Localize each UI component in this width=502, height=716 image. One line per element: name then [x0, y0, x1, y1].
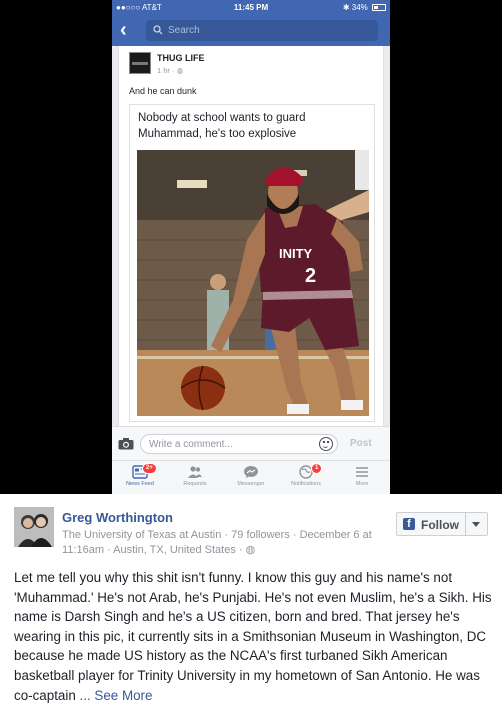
shared-caption: Nobody at school wants to guard Muhammad… [138, 112, 306, 140]
comment-input[interactable] [140, 434, 338, 454]
search-icon [153, 25, 163, 35]
tab-requests[interactable]: Requests [167, 465, 223, 487]
follow-divider [465, 513, 466, 535]
status-bar: ●●○○○ AT&T 11:45 PM ✱ 34% [112, 0, 390, 15]
news-feed-badge: 2+ [142, 463, 157, 474]
bluetooth-icon: ✱ [342, 3, 350, 12]
follow-label: Follow [421, 518, 459, 532]
feed-post-card: THUG LIFE 1 hr · ◍ And he can dunk Nobod… [118, 46, 384, 426]
post-meta-text: The University of Texas at Austin · 79 f… [62, 529, 372, 556]
phone-screen: ●●○○○ AT&T 11:45 PM ✱ 34% ‹ THUG LIFE [112, 0, 390, 494]
avatar-photo [14, 507, 54, 547]
outer-facebook-post: Greg Worthington The University of Texas… [0, 494, 502, 716]
post-text: And he can dunk [129, 86, 197, 96]
page-avatar[interactable] [129, 52, 151, 74]
search-bar[interactable] [146, 20, 378, 41]
caret-down-icon[interactable] [472, 522, 480, 527]
author-avatar[interactable] [14, 507, 54, 547]
post-timestamp: 1 hr · ◍ [157, 66, 183, 75]
tab-label: More [355, 481, 369, 487]
globe-icon: ◍ [245, 544, 256, 556]
more-icon [356, 467, 368, 477]
see-more-link[interactable]: ... See More [80, 688, 153, 703]
basketball-player-image: INITY 2 [137, 150, 369, 416]
status-right: ✱ 34% [343, 3, 386, 12]
camera-icon[interactable] [118, 438, 134, 450]
basketball-photo[interactable]: INITY 2 [137, 150, 369, 416]
tab-label: Notifications [291, 481, 321, 487]
tab-more[interactable]: More [334, 465, 390, 487]
post-meta-line: The University of Texas at Austin · 79 f… [62, 528, 394, 558]
post-body: Let me tell you why this shit isn't funn… [14, 568, 492, 705]
battery-icon [372, 4, 386, 11]
tab-messenger[interactable]: Messenger [223, 465, 279, 487]
bottom-tab-bar: 2+ News Feed Requests Messenger 1 Notifi… [112, 460, 390, 494]
messenger-icon [244, 466, 258, 478]
phone-screenshot-frame: ●●○○○ AT&T 11:45 PM ✱ 34% ‹ THUG LIFE [0, 0, 502, 494]
globe-icon: ◍ [176, 66, 184, 75]
comment-bar: Post [112, 426, 390, 460]
post-comment-button[interactable]: Post [350, 438, 372, 449]
author-name-link[interactable]: Greg Worthington [62, 510, 173, 525]
tab-news-feed[interactable]: 2+ News Feed [112, 463, 168, 487]
search-input[interactable] [168, 22, 368, 39]
battery-percent: 34% [351, 3, 368, 12]
tab-label: Requests [183, 481, 207, 487]
post-author-name[interactable]: THUG LIFE [157, 53, 205, 63]
facebook-navbar: ‹ [112, 15, 390, 46]
shared-image-post[interactable]: Nobody at school wants to guard Muhammad… [129, 104, 375, 422]
facebook-f-icon: f [403, 518, 415, 530]
jersey-text: INITY [279, 246, 313, 261]
requests-icon [188, 466, 202, 478]
post-time-label: 1 hr · [157, 66, 177, 75]
jersey-number: 2 [305, 265, 316, 287]
tab-label: News Feed [126, 481, 154, 487]
back-chevron-icon[interactable]: ‹ [120, 19, 127, 41]
notifications-badge: 1 [311, 463, 323, 474]
tab-label: Messenger [237, 481, 265, 487]
post-body-text: Let me tell you why this shit isn't funn… [14, 570, 492, 703]
follow-button[interactable]: f Follow [396, 512, 488, 536]
smiley-icon[interactable] [319, 437, 333, 451]
tab-notifications[interactable]: 1 Notifications [278, 463, 334, 487]
